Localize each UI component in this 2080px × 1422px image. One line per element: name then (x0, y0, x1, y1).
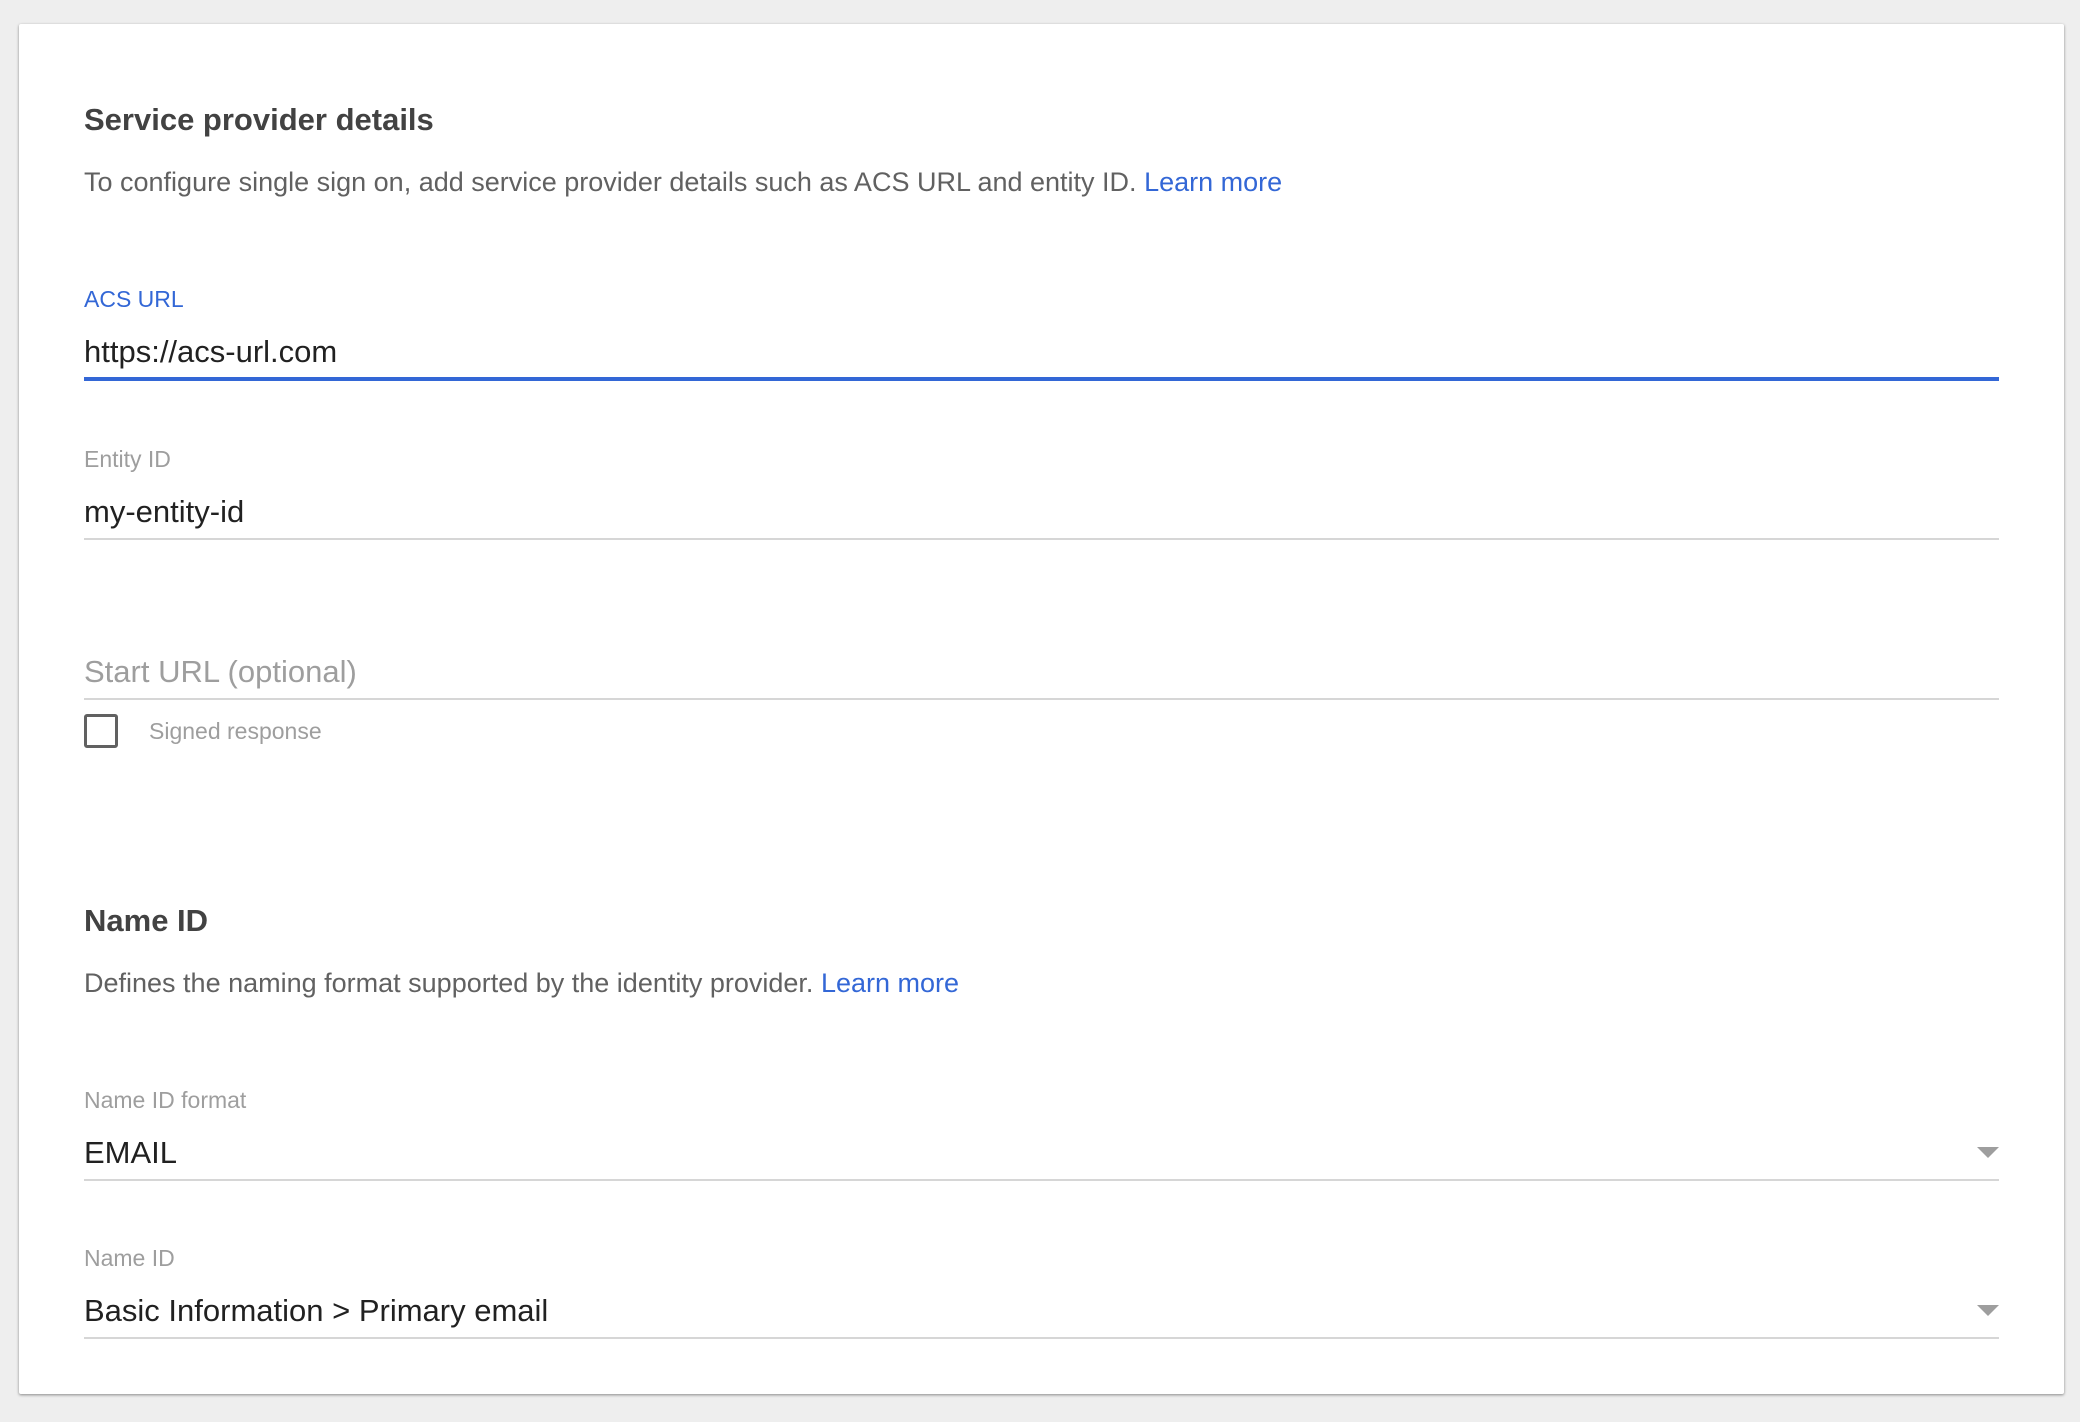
name-id-format-dropdown-icon[interactable] (1977, 1147, 1999, 1158)
start-url-underline (84, 698, 1999, 700)
acs-url-input[interactable] (84, 332, 1999, 372)
entity-id-input[interactable] (84, 492, 1999, 532)
name-id-format-value: EMAIL (84, 1135, 178, 1170)
signed-response-checkbox[interactable] (84, 714, 118, 748)
service-provider-description-text: To configure single sign on, add service… (84, 167, 1137, 197)
name-id-label: Name ID (84, 1245, 175, 1271)
signed-response-label: Signed response (149, 717, 322, 744)
name-id-format-field: Name ID format EMAIL (84, 1084, 1999, 1184)
entity-id-field: Entity ID (84, 442, 1999, 542)
name-id-format-label: Name ID format (84, 1087, 247, 1113)
service-provider-title: Service provider details (84, 102, 434, 137)
name-id-underline (84, 1337, 1999, 1339)
service-provider-card: Service provider details To configure si… (19, 24, 2064, 1394)
start-url-input[interactable] (84, 652, 1999, 692)
service-provider-description: To configure single sign on, add service… (84, 167, 1282, 198)
name-id-learn-more-link[interactable]: Learn more (821, 968, 959, 998)
name-id-field: Name ID Basic Information > Primary emai… (84, 1242, 1999, 1342)
name-id-value: Basic Information > Primary email (84, 1293, 549, 1328)
acs-url-field: ACS URL (84, 282, 1999, 382)
name-id-format-select[interactable]: EMAIL (84, 1129, 1999, 1179)
name-id-select[interactable]: Basic Information > Primary email (84, 1287, 1999, 1337)
card-content: Service provider details To configure si… (84, 24, 1999, 1394)
name-id-description-text: Defines the naming format supported by t… (84, 968, 814, 998)
entity-id-label: Entity ID (84, 446, 171, 472)
name-id-section-description: Defines the naming format supported by t… (84, 968, 959, 999)
entity-id-underline (84, 538, 1999, 540)
acs-url-underline (84, 377, 1999, 381)
name-id-section-title: Name ID (84, 903, 209, 938)
name-id-format-underline (84, 1179, 1999, 1181)
start-url-field (84, 644, 1999, 704)
service-provider-learn-more-link[interactable]: Learn more (1144, 167, 1282, 197)
signed-response-row[interactable]: Signed response (84, 711, 322, 751)
name-id-dropdown-icon[interactable] (1977, 1305, 1999, 1316)
acs-url-label: ACS URL (84, 286, 184, 312)
